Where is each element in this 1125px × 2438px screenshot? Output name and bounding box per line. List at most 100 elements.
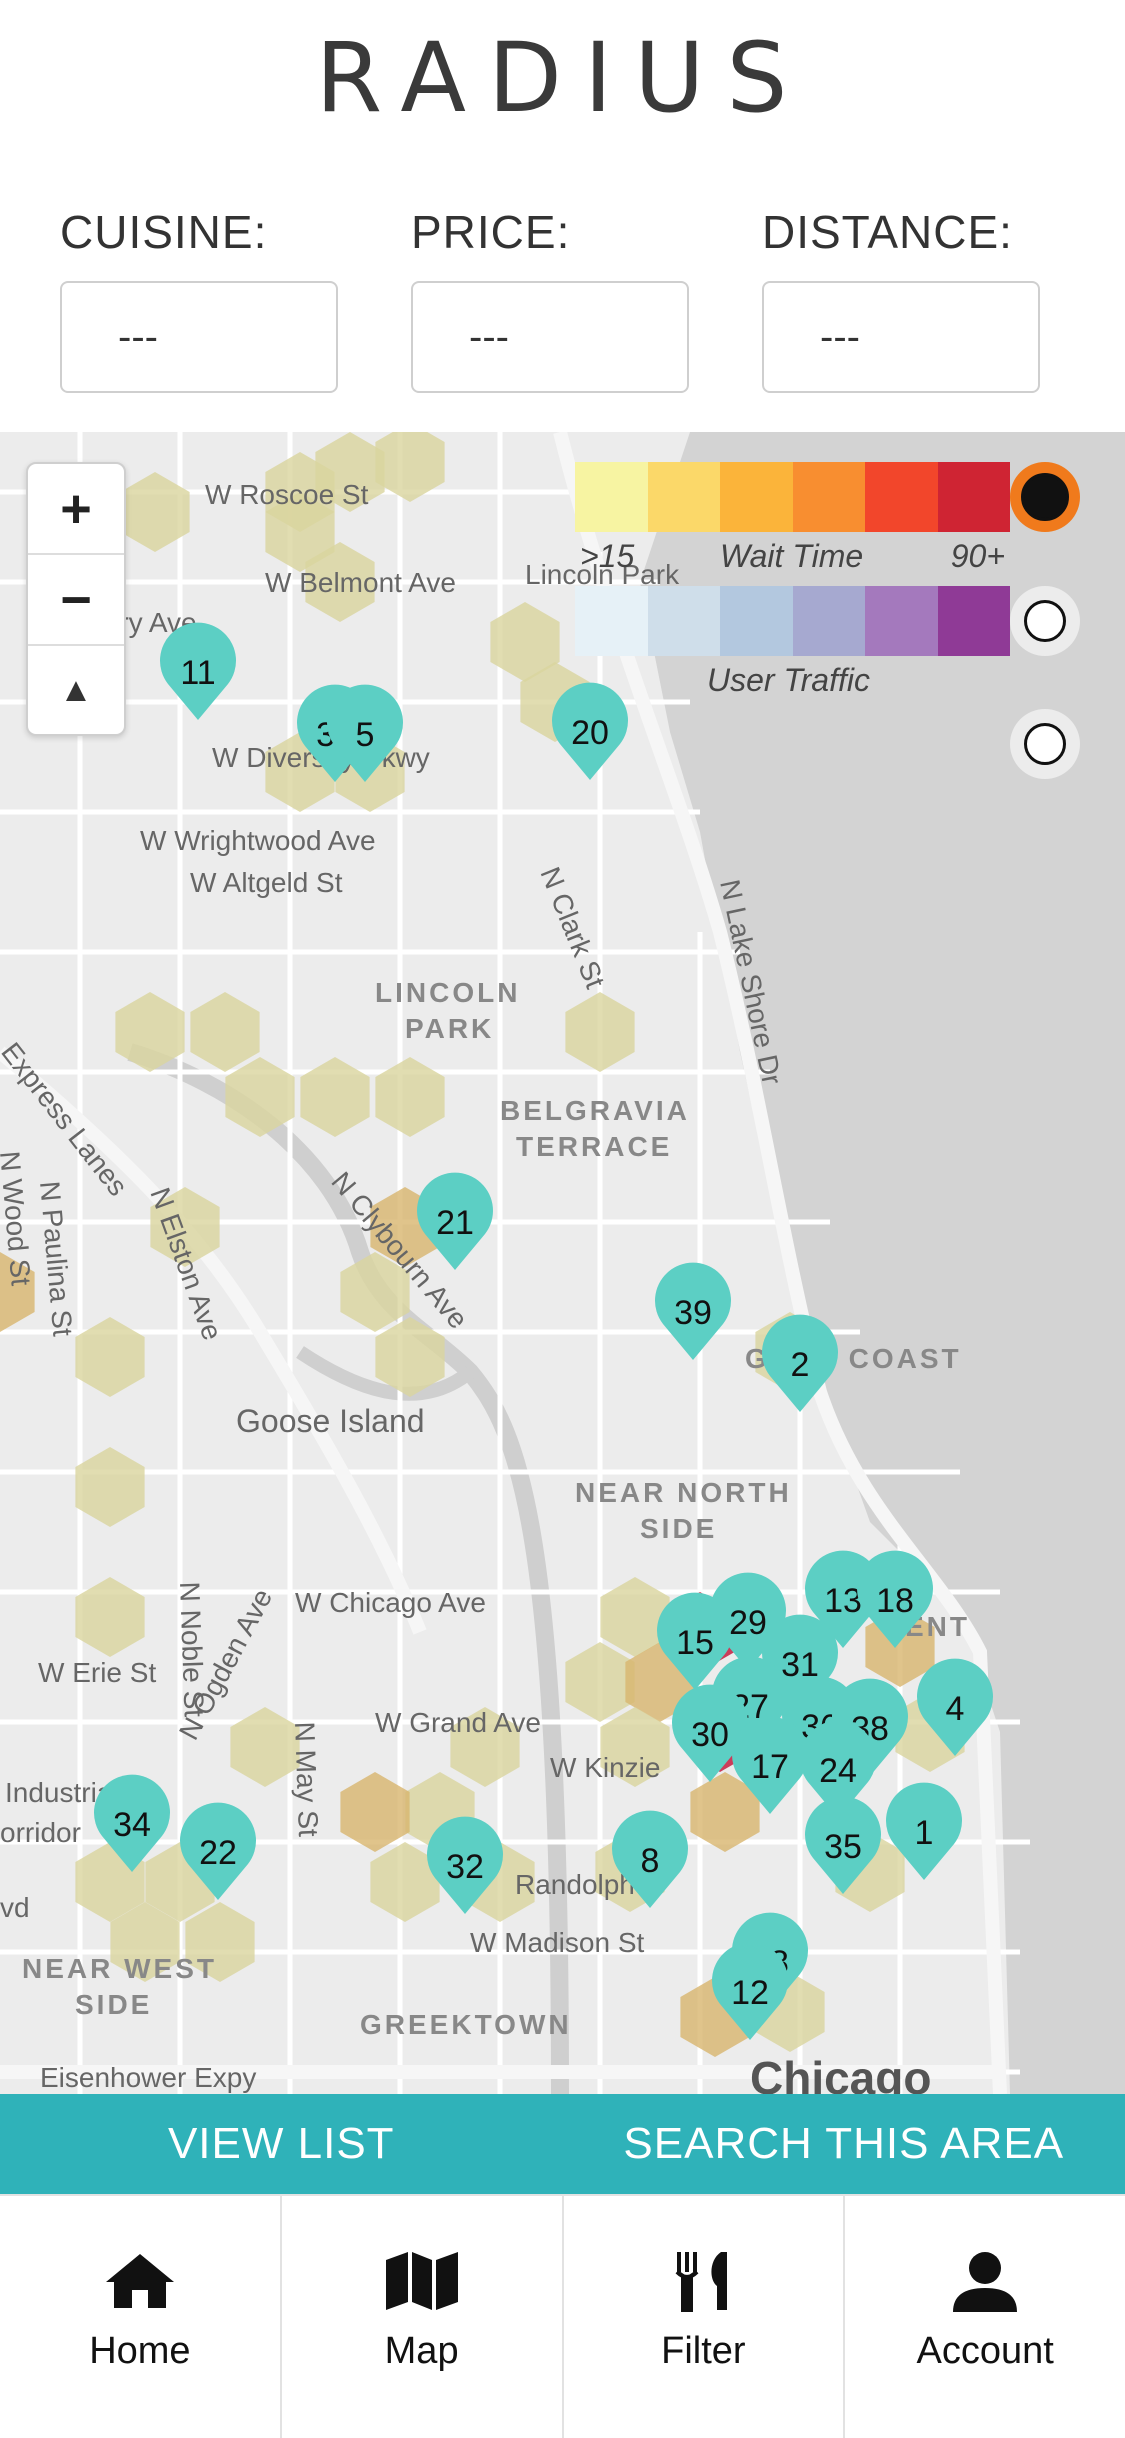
area-label: NEAR WEST: [22, 1953, 217, 1984]
street-label: W Grand Ave: [375, 1707, 541, 1738]
legend-swatch: [793, 462, 866, 532]
map-view[interactable]: W Roscoe St W Belmont Ave rry Ave Lincol…: [0, 432, 1125, 2094]
person-icon: [947, 2250, 1023, 2312]
distance-select[interactable]: ---: [762, 281, 1040, 393]
pin-number: 2: [791, 1346, 810, 1384]
street-label: Eisenhower Expy: [40, 2062, 256, 2093]
street-label: W Chicago Ave: [295, 1587, 486, 1618]
heat-hexagon: [75, 1447, 144, 1527]
zoom-out-button[interactable]: −: [28, 555, 124, 646]
bottom-tab-bar: Home Map Filter Account: [0, 2194, 1125, 2438]
pin-number: 1: [915, 1814, 934, 1852]
zoom-control: + − ▲: [26, 462, 126, 736]
map-icon: [384, 2250, 460, 2312]
area-label: Goose Island: [236, 1403, 425, 1439]
area-label: PARK: [405, 1013, 494, 1044]
heat-hexagon: [75, 1577, 144, 1657]
restaurant-pin[interactable]: 11: [160, 623, 236, 720]
street-label: N May St: [289, 1721, 324, 1837]
heat-hexagon: [190, 992, 259, 1072]
wait-min-label: >15: [580, 538, 634, 575]
pin-number: 22: [199, 1834, 237, 1872]
radio-dot-icon: [1021, 473, 1069, 521]
radio-circle-icon: [1024, 723, 1066, 765]
legend-swatch: [648, 462, 721, 532]
pin-number: 15: [676, 1624, 714, 1662]
pin-number: 17: [751, 1748, 789, 1786]
traffic-row: User Traffic: [575, 656, 1010, 708]
street-label: vd: [0, 1892, 30, 1923]
legend-swatch: [720, 586, 793, 656]
area-label: LINCOLN: [375, 977, 520, 1008]
view-list-button[interactable]: VIEW LIST: [0, 2094, 563, 2194]
pin-number: 39: [674, 1294, 712, 1332]
area-label: BELGRAVIA: [500, 1095, 690, 1126]
legend-swatch: [648, 586, 721, 656]
pin-number: 20: [571, 714, 609, 752]
pin-number: 32: [446, 1848, 484, 1886]
area-label: SIDE: [640, 1513, 717, 1544]
legend-swatch: [865, 586, 938, 656]
zoom-in-button[interactable]: +: [28, 464, 124, 555]
legend-swatch: [865, 462, 938, 532]
pin-number: 30: [691, 1716, 729, 1754]
tab-home[interactable]: Home: [0, 2196, 282, 2438]
street-label: Randolph: [515, 1869, 635, 1900]
tab-label: Filter: [661, 2330, 745, 2373]
restaurant-pin[interactable]: 21: [417, 1173, 493, 1270]
wait-time-scale: [575, 462, 1010, 532]
user-traffic-radio[interactable]: [1010, 586, 1080, 656]
legend-swatch: [793, 586, 866, 656]
street-label: N Paulina St: [34, 1180, 78, 1338]
tab-account[interactable]: Account: [845, 2196, 1125, 2438]
pin-number: 21: [436, 1204, 474, 1242]
street-label: orridor: [0, 1817, 81, 1848]
legend-swatch: [575, 462, 648, 532]
wait-time-row: >15 Wait Time 90+: [575, 532, 1010, 584]
street-label: W Madison St: [470, 1927, 644, 1958]
user-traffic-scale: [575, 586, 1010, 656]
pin-number: 34: [113, 1806, 151, 1844]
legend-swatch: [938, 586, 1011, 656]
street-label: W Kinzie: [550, 1752, 660, 1783]
tab-filter[interactable]: Filter: [564, 2196, 846, 2438]
heat-hexagon: [565, 992, 634, 1072]
search-area-button[interactable]: SEARCH THIS AREA: [563, 2094, 1125, 2194]
tab-map[interactable]: Map: [282, 2196, 564, 2438]
price-filter: PRICE: ---: [411, 205, 689, 393]
street-label: W Wrightwood Ave: [140, 825, 376, 856]
pin-number: 5: [356, 716, 375, 754]
no-overlay-radio[interactable]: [1010, 709, 1080, 779]
legend-swatch: [575, 586, 648, 656]
street-label: W Erie St: [38, 1657, 156, 1688]
distance-label: DISTANCE:: [762, 205, 1040, 259]
heat-hexagon: [375, 1057, 444, 1137]
pin-number: 13: [824, 1582, 862, 1620]
cuisine-select[interactable]: ---: [60, 281, 338, 393]
pin-number: 35: [824, 1828, 862, 1866]
action-bar: VIEW LIST SEARCH THIS AREA: [0, 2094, 1125, 2194]
home-icon: [102, 2250, 178, 2312]
app-title: RADIUS: [0, 22, 1125, 134]
pin-number: 11: [180, 654, 215, 692]
street-label: N Wood St: [0, 1150, 37, 1287]
tab-label: Map: [385, 2330, 459, 2373]
pin-number: 29: [729, 1604, 767, 1642]
tab-label: Account: [916, 2330, 1053, 2373]
heat-hexagon: [300, 1057, 369, 1137]
street-label: W Altgeld St: [190, 867, 343, 898]
cuisine-label: CUISINE:: [60, 205, 338, 259]
distance-filter: DISTANCE: ---: [762, 205, 1040, 393]
wait-time-radio[interactable]: [1010, 462, 1080, 532]
tab-label: Home: [89, 2330, 190, 2373]
pin-number: 24: [819, 1752, 857, 1790]
compass-button[interactable]: ▲: [28, 646, 124, 735]
radio-circle-icon: [1024, 600, 1066, 642]
pin-number: 4: [946, 1690, 965, 1728]
map-legend: >15 Wait Time 90+ User Traffic: [575, 462, 1010, 708]
user-traffic-label: User Traffic: [707, 662, 870, 699]
fork-knife-icon: [665, 2250, 741, 2312]
price-select[interactable]: ---: [411, 281, 689, 393]
street-label: W Belmont Ave: [265, 567, 456, 598]
restaurant-pin[interactable]: 39: [655, 1263, 731, 1360]
